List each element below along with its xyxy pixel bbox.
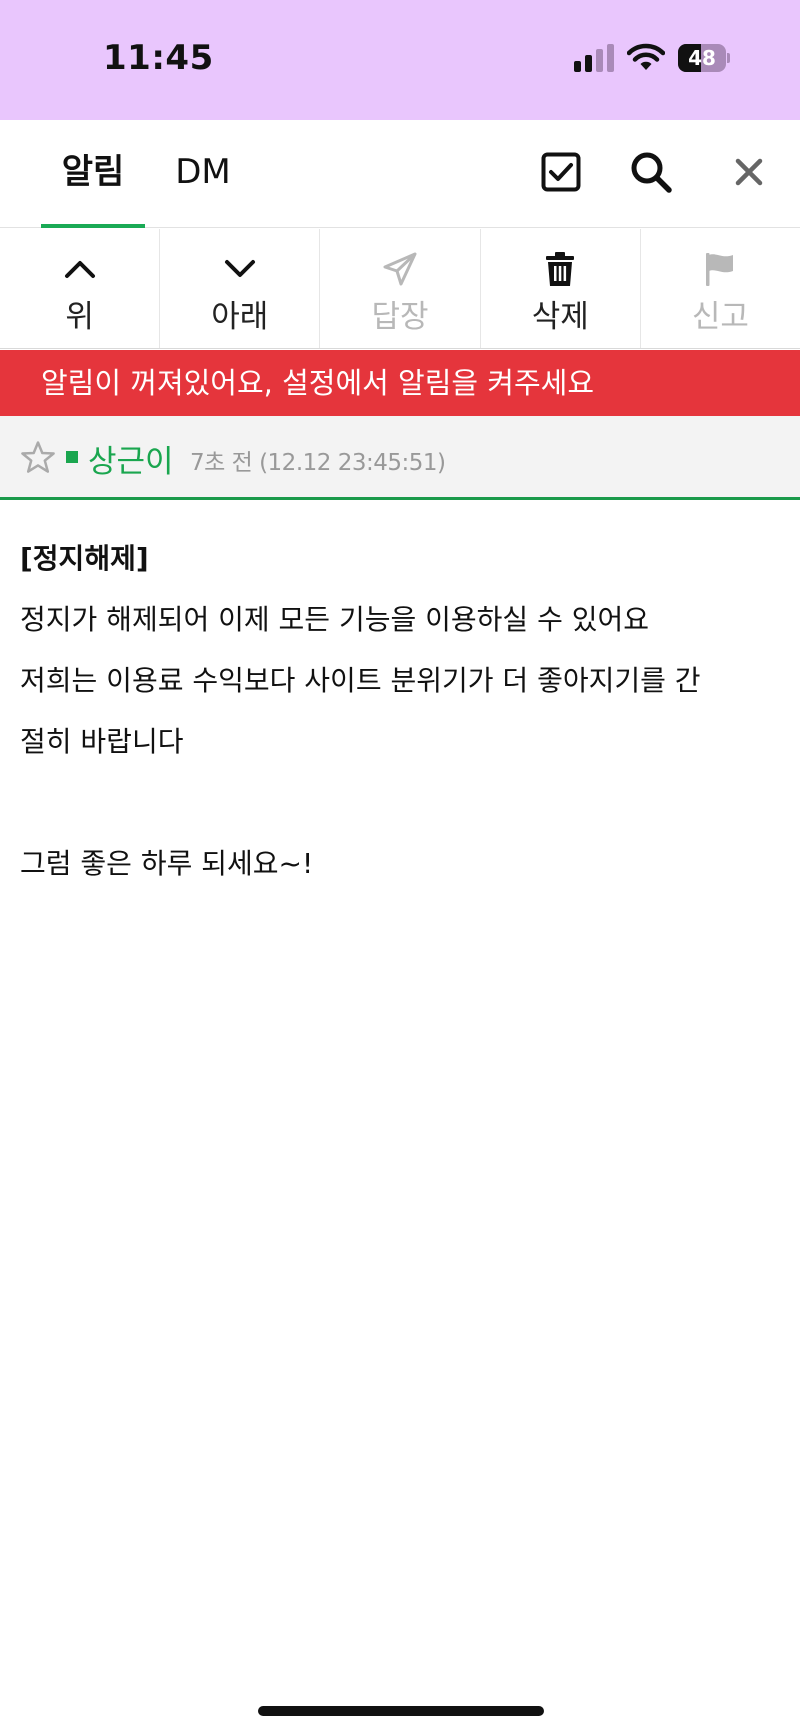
report-button[interactable]: 신고 [641,229,800,348]
delete-label: 삭제 [531,299,589,335]
message-line: 그럼 좋은 하루 되세요~! [20,847,314,880]
battery-icon: 48 [678,44,730,72]
wifi-icon [626,42,666,72]
reply-label: 답장 [371,299,429,335]
search-icon[interactable] [628,149,674,195]
close-icon[interactable] [726,149,772,195]
message-title: [정지해제] [20,542,149,575]
checkbox-icon[interactable] [538,149,584,195]
message-toolbar: 위 아래 답장 삭제 신고 [0,229,800,349]
chevron-up-icon [62,251,98,287]
message-line: 절히 바랍니다 [20,725,184,758]
cellular-signal-icon [574,44,616,72]
message-line: 정지가 해제되어 이제 모든 기능을 이용하실 수 있어요 [20,603,650,636]
status-bar: 11:45 48 [0,0,800,120]
tab-bar: 알림 DM [0,120,800,228]
notifications-off-banner[interactable]: 알림이 꺼져있어요, 설정에서 알림을 켜주세요 [0,350,800,416]
message-line [20,772,780,833]
reply-button[interactable]: 답장 [320,229,481,348]
paper-plane-icon [382,251,418,287]
battery-percent: 48 [688,46,716,70]
down-button[interactable]: 아래 [160,229,321,348]
flag-icon [702,251,738,287]
chevron-down-icon [222,251,258,287]
tab-notifications[interactable]: 알림 [41,120,145,228]
home-indicator[interactable] [258,1706,544,1716]
report-label: 신고 [691,299,749,335]
down-label: 아래 [211,299,269,335]
message-time: 7초 전 (12.12 23:45:51) [190,450,446,476]
tab-dm[interactable]: DM [158,120,248,228]
status-time: 11:45 [103,38,214,78]
message-line: 저희는 이용료 수익보다 사이트 분위기가 더 좋아지기를 간 [20,664,701,697]
star-icon[interactable] [20,440,56,476]
message-body: [정지해제] 정지가 해제되어 이제 모든 기능을 이용하실 수 있어요 저희는… [20,528,780,894]
up-button[interactable]: 위 [0,229,161,348]
sender-name[interactable]: 상근이 [88,436,174,481]
delete-button[interactable]: 삭제 [481,229,641,348]
sender-status-icon [66,451,78,463]
up-label: 위 [65,299,94,335]
trash-icon [542,251,578,287]
